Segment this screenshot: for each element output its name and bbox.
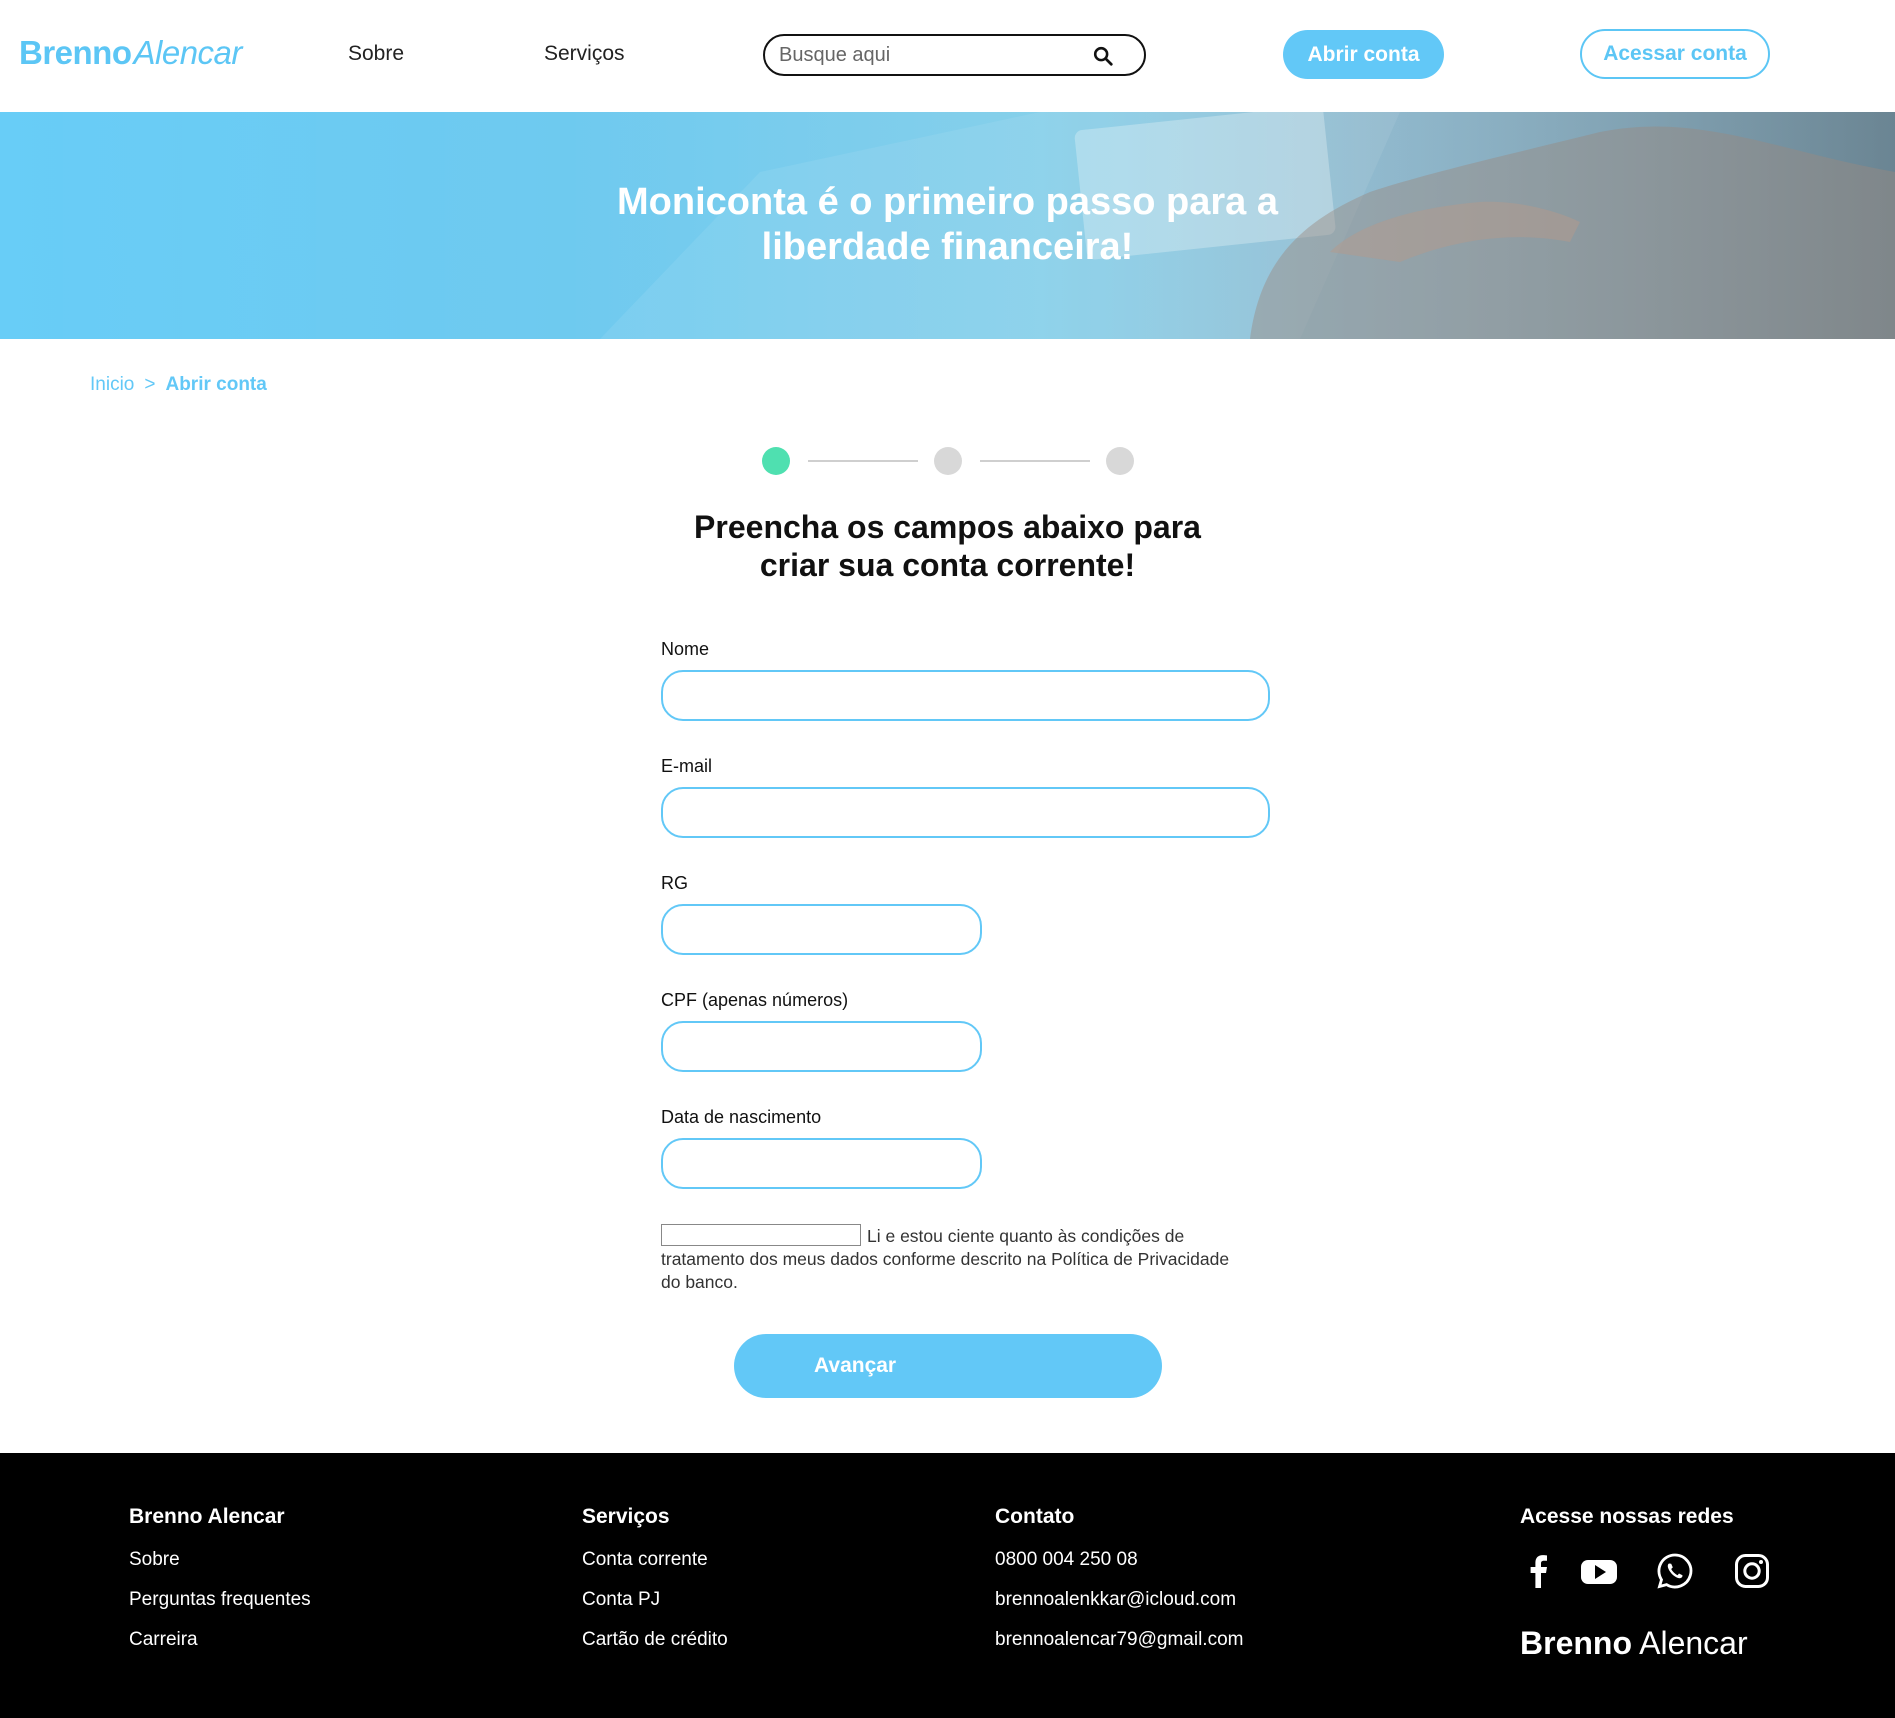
email-label: E-mail [661,756,713,776]
facebook-icon[interactable] [1520,1552,1558,1590]
footer-column-services: Serviços Conta corrente Conta PJ Cartão … [582,1505,728,1669]
rg-label: RG [661,873,688,893]
name-label: Nome [661,639,710,659]
cpf-field[interactable] [661,1021,982,1072]
form-title-line1: Preencha os campos abaixo para [694,509,1201,545]
footer-column-brand: Brenno Alencar Sobre Perguntas frequente… [129,1505,311,1669]
email-field[interactable] [661,787,1270,838]
site-header: BrennoAlencar Sobre Serviços Abrir conta… [0,0,1895,112]
brand-logo[interactable]: BrennoAlencar [19,34,242,72]
footer-link-about[interactable]: Sobre [129,1549,311,1571]
footer-contact-email-1[interactable]: brennoalenkkar@icloud.com [995,1589,1243,1611]
breadcrumb: Inicio > Abrir conta [90,374,267,396]
social-links [1520,1552,1770,1592]
youtube-icon[interactable] [1580,1552,1618,1590]
rg-field[interactable] [661,904,982,955]
form-title: Preencha os campos abaixo para criar sua… [0,508,1895,584]
footer-social-title: Acesse nossas redes [1520,1505,1734,1528]
hero-title-line2: liberdade financeira! [761,226,1134,268]
breadcrumb-home[interactable]: Inicio [90,374,134,395]
hero-banner: Moniconta é o primeiro passo para a libe… [0,112,1895,339]
footer-contact-phone: 0800 004 250 08 [995,1549,1138,1570]
footer-logo-second: Alencar [1639,1625,1748,1661]
whatsapp-icon[interactable] [1656,1552,1694,1590]
step-dot-3 [1106,447,1134,475]
footer-logo-first: Brenno [1520,1625,1632,1661]
footer-column-contact: Contato 0800 004 250 08 brennoalenkkar@i… [995,1505,1243,1669]
next-button[interactable]: Avançar [734,1334,1162,1398]
footer-services-title: Serviços [582,1505,670,1528]
footer-brand-title: Brenno Alencar [129,1505,285,1528]
hero-title: Moniconta é o primeiro passo para a libe… [0,180,1895,270]
form-title-line2: criar sua conta corrente! [759,547,1136,583]
brand-logo-first: Brenno [19,34,132,71]
footer-link-business-account[interactable]: Conta PJ [582,1589,728,1611]
breadcrumb-separator: > [144,374,156,395]
hero-title-line1: Moniconta é o primeiro passo para a [617,181,1278,223]
privacy-consent: Li e estou ciente quanto às condições de… [661,1224,1241,1294]
footer-column-social: Acesse nossas redes [1520,1505,1734,1549]
access-account-button[interactable]: Acessar conta [1580,29,1770,79]
footer-contact-email-2[interactable]: brennoalencar79@gmail.com [995,1629,1243,1651]
step-connector-1 [808,460,918,462]
nav-link-services[interactable]: Serviços [544,42,625,66]
nav-link-about[interactable]: Sobre [348,42,404,66]
footer-contact-title: Contato [995,1505,1075,1528]
step-dot-1 [762,447,790,475]
breadcrumb-current: Abrir conta [165,374,267,395]
footer-link-careers[interactable]: Carreira [129,1629,311,1651]
footer-link-faq[interactable]: Perguntas frequentes [129,1589,311,1611]
step-connector-2 [980,460,1090,462]
search-bar [763,34,1146,76]
footer-link-checking-account[interactable]: Conta corrente [582,1549,728,1571]
cpf-label: CPF (apenas números) [661,990,849,1010]
footer-logo: Brenno Alencar [1520,1625,1748,1662]
birthdate-field[interactable] [661,1138,982,1189]
privacy-consent-checkbox[interactable] [661,1224,861,1246]
step-dot-2 [934,447,962,475]
instagram-icon[interactable] [1733,1552,1771,1590]
step-indicator [762,447,1136,475]
name-field[interactable] [661,670,1270,721]
footer-link-credit-card[interactable]: Cartão de crédito [582,1629,728,1651]
open-account-button[interactable]: Abrir conta [1283,30,1444,79]
brand-logo-second: Alencar [133,34,243,71]
site-footer: Brenno Alencar Sobre Perguntas frequente… [0,1453,1895,1718]
search-input[interactable] [779,42,1089,68]
search-icon[interactable] [1092,45,1114,67]
birthdate-label: Data de nascimento [661,1107,822,1127]
